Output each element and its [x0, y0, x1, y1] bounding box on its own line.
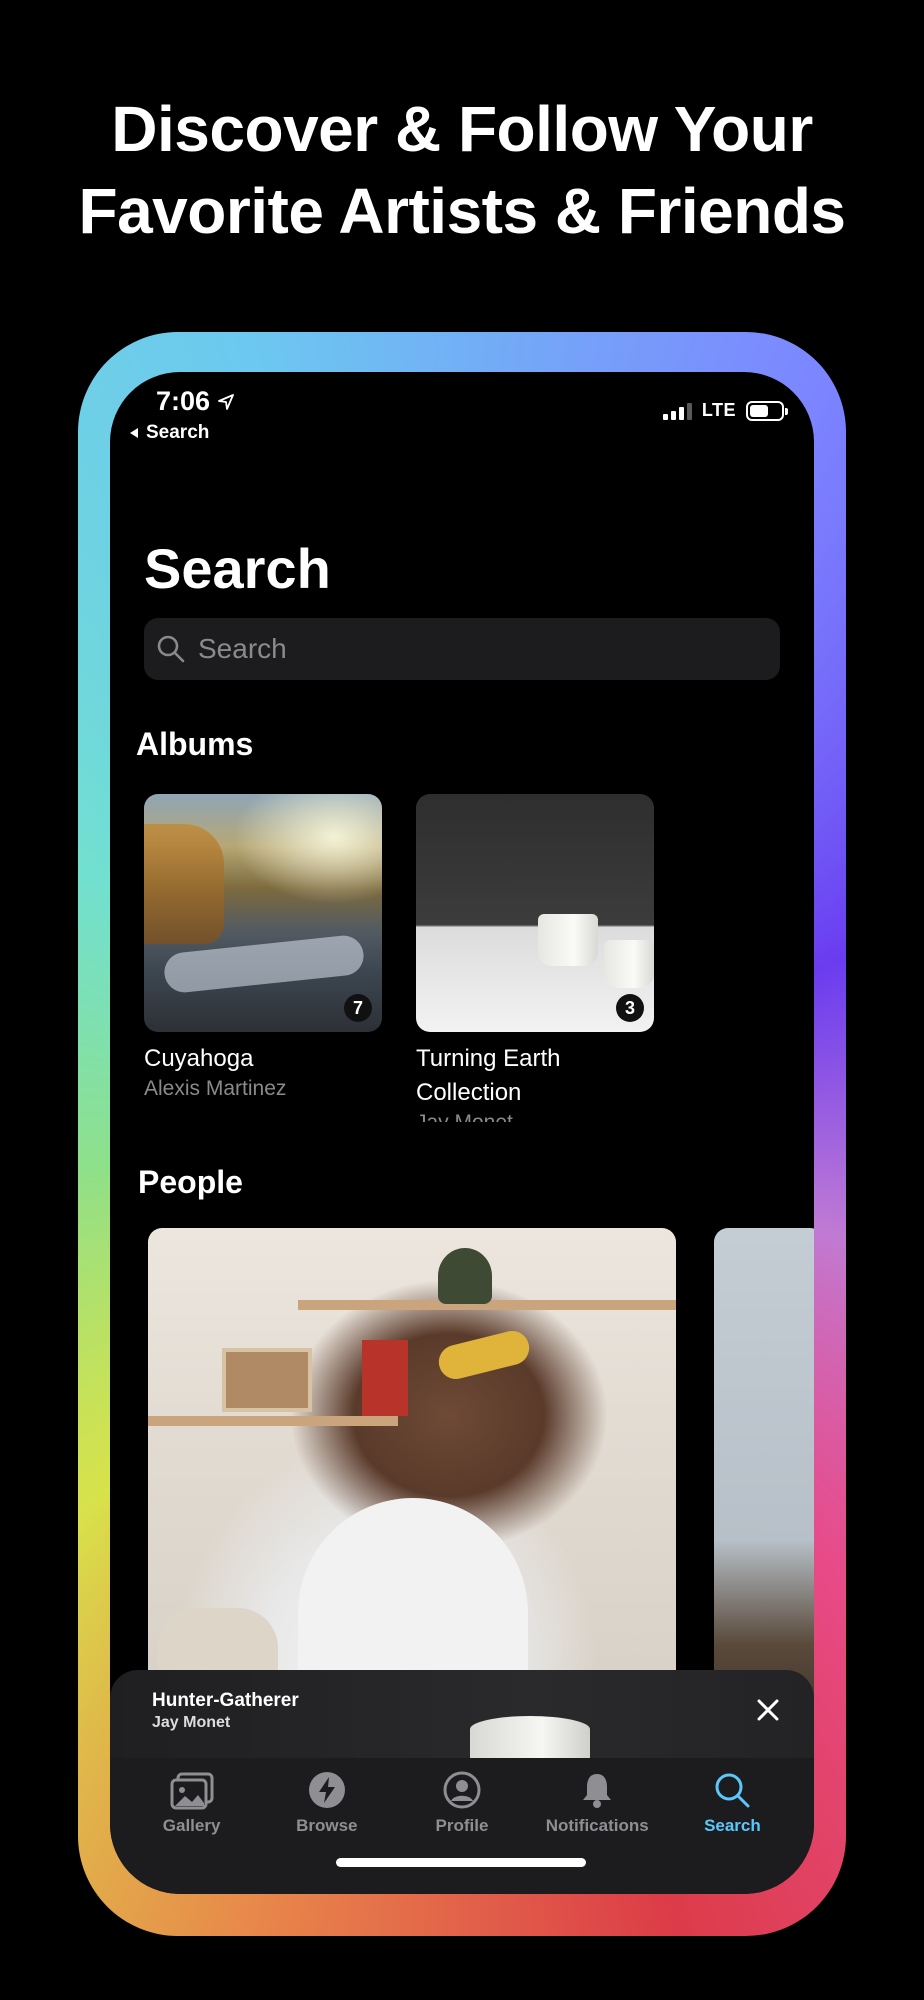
network-type: LTE [701, 400, 736, 420]
search-input[interactable] [198, 633, 758, 665]
search-field[interactable] [144, 618, 780, 680]
now-playing-title: Hunter-Gatherer [152, 1690, 299, 1711]
headline: Discover & Follow Your Favorite Artists … [0, 88, 924, 252]
books-image [362, 1340, 408, 1416]
album-title-line-1: Turning Earth [416, 1045, 561, 1072]
tab-label: Notifications [545, 1816, 649, 1835]
picture-frame-image [222, 1348, 312, 1412]
album-title: Turning Earth Collection [416, 1042, 654, 1110]
tab-profile[interactable]: Profile [394, 1770, 529, 1894]
album-text-clip: Turning Earth Collection Jay Monet [416, 1032, 654, 1122]
phone-screen: 7:06 Search LTE Search Albums 7 Cuyahoga… [110, 372, 814, 1894]
headline-line-2: Favorite Artists & Friends [78, 175, 846, 247]
album-artist: Jay Monet [416, 1110, 654, 1122]
gallery-icon [170, 1772, 214, 1810]
bell-icon [583, 1774, 612, 1808]
tab-label: Profile [435, 1816, 489, 1835]
back-to-search-link[interactable]: Search [128, 422, 209, 444]
tab-label: Gallery [162, 1816, 221, 1835]
albums-heading: Albums [136, 726, 254, 762]
plant-image [438, 1248, 492, 1304]
photo-count-badge: 7 [344, 994, 372, 1022]
time-text: 7:06 [156, 386, 211, 416]
status-indicators: LTE [662, 400, 788, 421]
album-title: Cuyahoga [144, 1045, 254, 1072]
mug-image [538, 914, 598, 966]
mini-player[interactable]: Hunter-Gatherer Jay Monet [110, 1670, 814, 1760]
close-icon[interactable] [750, 1692, 786, 1728]
now-playing-artwork [470, 1716, 590, 1760]
tab-label: Search [704, 1816, 761, 1835]
headband-image [435, 1327, 533, 1383]
tab-label: Browse [296, 1816, 358, 1835]
tab-browse[interactable]: Browse [259, 1770, 394, 1894]
shelf-image [148, 1416, 398, 1426]
now-playing-artist: Jay Monet [152, 1714, 231, 1731]
location-arrow-icon [218, 393, 234, 410]
photo-count-badge: 3 [616, 994, 644, 1022]
back-triangle-icon [130, 428, 138, 438]
cell-signal-icon [662, 402, 692, 420]
album-cover: 3 [416, 794, 654, 1032]
search-icon [157, 635, 185, 663]
battery-icon [746, 400, 788, 421]
search-icon [715, 1773, 750, 1808]
album-title-line-2: Collection [416, 1079, 522, 1106]
album-card-turning-earth[interactable]: 3 Turning Earth Collection Jay Monet [416, 794, 654, 1122]
page-title: Search [144, 537, 331, 600]
back-label: Search [146, 422, 210, 443]
headline-line-1: Discover & Follow Your [111, 93, 813, 165]
status-time: 7:06 [156, 386, 234, 417]
album-artist: Alexis Martinez [144, 1077, 287, 1100]
album-cover: 7 [144, 794, 382, 1032]
tab-search[interactable]: Search [665, 1770, 800, 1894]
home-indicator[interactable] [336, 1858, 586, 1867]
bolt-icon [308, 1772, 345, 1808]
mug-image [604, 940, 654, 988]
tab-bar: Gallery Browse Profile Notifications Sea… [110, 1758, 814, 1894]
person-icon [443, 1771, 481, 1809]
album-card-cuyahoga[interactable]: 7 Cuyahoga Alexis Martinez [144, 794, 382, 1102]
tab-gallery[interactable]: Gallery [124, 1770, 259, 1894]
tab-notifications[interactable]: Notifications [530, 1770, 665, 1894]
people-heading: People [138, 1164, 243, 1200]
